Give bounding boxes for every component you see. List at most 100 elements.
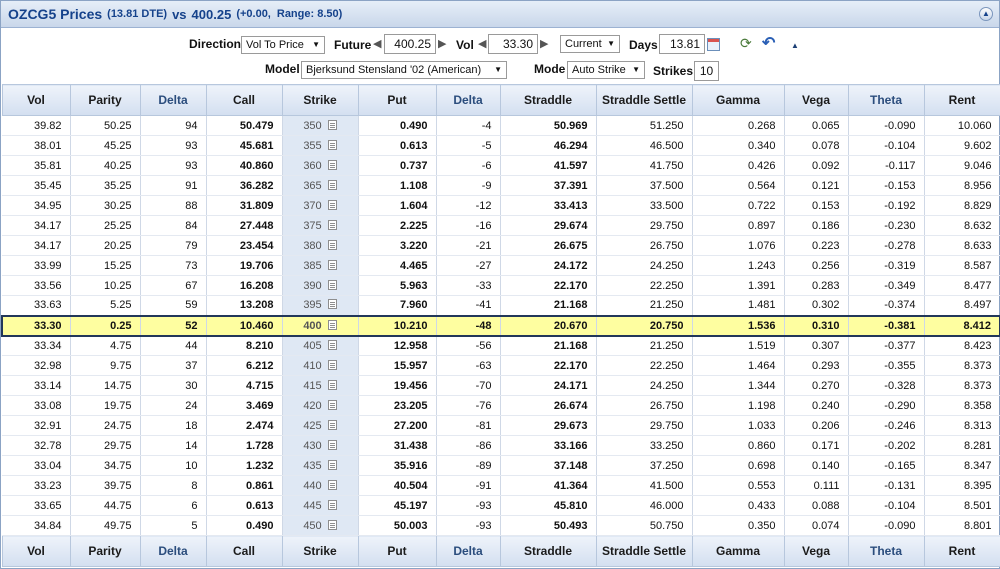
sheet-icon[interactable] — [327, 259, 337, 270]
column-header-put[interactable]: Put — [357, 84, 437, 116]
cell-straddle: 26.674 — [500, 395, 597, 416]
cell-gamma: 1.536 — [692, 314, 785, 337]
column-footer-straddle[interactable]: Straddle — [499, 535, 597, 567]
sheet-icon[interactable] — [327, 179, 337, 190]
future-increment-icon[interactable]: ▶ — [438, 34, 446, 54]
sheet-icon[interactable] — [327, 439, 337, 450]
cell-straddle: 20.670 — [500, 314, 597, 337]
sheet-icon[interactable] — [327, 519, 337, 530]
table-row[interactable]: 33.34 4.75 44 8.210 405 12.958 -56 21.168 21.250… — [2, 335, 1000, 356]
sheet-icon[interactable] — [327, 119, 337, 130]
table-row[interactable]: 38.01 45.25 93 45.681 355 0.613 -5 46.294 46.500… — [2, 135, 1000, 156]
model-select[interactable]: Bjerksund Stensland '02 (American) ▼ — [301, 61, 507, 79]
sheet-icon[interactable] — [327, 399, 337, 410]
sheet-icon[interactable] — [327, 239, 337, 250]
column-header-vol[interactable]: Vol — [1, 84, 71, 116]
column-header-theta[interactable]: Theta — [847, 84, 925, 116]
cell-delta: 14 — [140, 435, 207, 456]
sheet-icon[interactable] — [327, 159, 337, 170]
table-row[interactable]: 33.99 15.25 73 19.706 385 4.465 -27 24.172 24.25… — [2, 255, 1000, 276]
column-footer-straddle-settle[interactable]: Straddle Settle — [595, 535, 693, 567]
column-header-gamma[interactable]: Gamma — [691, 84, 785, 116]
vol-input[interactable]: 33.30 — [488, 34, 538, 54]
column-footer-gamma[interactable]: Gamma — [691, 535, 785, 567]
table-row[interactable]: 33.30 0.25 52 10.460 400 10.210 -48 20.670 20.75… — [1, 314, 1000, 337]
column-footer-strike[interactable]: Strike — [281, 535, 359, 567]
mode-select[interactable]: Auto Strike ▼ — [567, 61, 645, 79]
column-footer-vol[interactable]: Vol — [1, 535, 71, 567]
table-row[interactable]: 33.63 5.25 59 13.208 395 7.960 -41 21.168 21.250… — [2, 295, 1000, 316]
sheet-icon[interactable] — [327, 359, 337, 370]
column-header-delta[interactable]: Delta — [435, 84, 501, 116]
vol-mode-select[interactable]: Current ▼ — [560, 35, 620, 53]
sheet-icon[interactable] — [327, 339, 337, 350]
column-footer-put[interactable]: Put — [357, 535, 437, 567]
table-row[interactable]: 33.23 39.75 8 0.861 440 40.504 -91 41.364 41.500… — [2, 475, 1000, 496]
table-row[interactable]: 33.65 44.75 6 0.613 445 45.197 -93 45.810 46.000… — [2, 495, 1000, 516]
column-header-delta[interactable]: Delta — [139, 84, 207, 116]
sheet-icon[interactable] — [327, 219, 337, 230]
collapse-icon[interactable]: ▲ — [979, 7, 993, 21]
cell-vol: 34.17 — [2, 235, 71, 256]
column-header-vega[interactable]: Vega — [783, 84, 849, 116]
sheet-icon[interactable] — [327, 459, 337, 470]
sheet-icon[interactable] — [327, 319, 337, 330]
table-row[interactable]: 33.04 34.75 10 1.232 435 35.916 -89 37.148 37.25… — [2, 455, 1000, 476]
column-footer-vega[interactable]: Vega — [783, 535, 849, 567]
column-header-straddle-settle[interactable]: Straddle Settle — [595, 84, 693, 116]
cell-theta: -0.131 — [848, 475, 925, 496]
column-footer-call[interactable]: Call — [205, 535, 283, 567]
cell-delta: -76 — [436, 395, 501, 416]
table-row[interactable]: 32.78 29.75 14 1.728 430 31.438 -86 33.166 33.25… — [2, 435, 1000, 456]
calendar-icon[interactable] — [707, 38, 720, 51]
vol-increment-icon[interactable]: ▶ — [540, 34, 548, 54]
column-footer-theta[interactable]: Theta — [847, 535, 925, 567]
cell-rent: 8.956 — [924, 175, 1000, 196]
table-row[interactable]: 35.45 35.25 91 36.282 365 1.108 -9 37.391 37.500… — [2, 175, 1000, 196]
vol-decrement-icon[interactable]: ◀ — [478, 34, 486, 54]
table-row[interactable]: 33.14 14.75 30 4.715 415 19.456 -70 24.171 24.25… — [2, 375, 1000, 396]
cell-vol: 33.08 — [2, 395, 71, 416]
column-footer-delta[interactable]: Delta — [435, 535, 501, 567]
sheet-icon[interactable] — [327, 379, 337, 390]
sheet-icon[interactable] — [327, 419, 337, 430]
sheet-icon[interactable] — [327, 279, 337, 290]
undo-icon[interactable]: ↶ — [762, 33, 775, 53]
cell-rent: 10.060 — [924, 115, 1000, 136]
table-row[interactable]: 32.91 24.75 18 2.474 425 27.200 -81 29.673 29.75… — [2, 415, 1000, 436]
column-header-strike[interactable]: Strike — [281, 84, 359, 116]
strikes-input[interactable]: 10 — [694, 61, 719, 81]
table-row[interactable]: 34.17 20.25 79 23.454 380 3.220 -21 26.675 26.75… — [2, 235, 1000, 256]
column-header-call[interactable]: Call — [205, 84, 283, 116]
direction-select[interactable]: Vol To Price ▼ — [241, 36, 325, 54]
column-header-straddle[interactable]: Straddle — [499, 84, 597, 116]
sheet-icon[interactable] — [327, 139, 337, 150]
table-row[interactable]: 35.81 40.25 93 40.860 360 0.737 -6 41.597 41.750… — [2, 155, 1000, 176]
column-footer-rent[interactable]: Rent — [923, 535, 1000, 567]
table-row[interactable]: 33.56 10.25 67 16.208 390 5.963 -33 22.170 22.25… — [2, 275, 1000, 296]
table-row[interactable]: 39.82 50.25 94 50.479 350 0.490 -4 50.969 51.250… — [2, 115, 1000, 136]
sheet-icon[interactable] — [327, 499, 337, 510]
sheet-icon[interactable] — [327, 199, 337, 210]
days-input[interactable]: 13.81 — [659, 34, 705, 54]
cell-gamma: 0.722 — [692, 195, 785, 216]
cell-vega: 0.206 — [784, 415, 849, 436]
refresh-icon[interactable]: ⟳ — [740, 35, 752, 52]
column-header-rent[interactable]: Rent — [923, 84, 1000, 116]
column-header-parity[interactable]: Parity — [69, 84, 141, 116]
column-footer-delta[interactable]: Delta — [139, 535, 207, 567]
collapse-controls-icon[interactable]: ▲ — [791, 41, 799, 50]
table-row[interactable]: 32.98 9.75 37 6.212 410 15.957 -63 22.170 22.250… — [2, 355, 1000, 376]
strike-cell: 450 — [282, 515, 359, 536]
cell-vol: 33.04 — [2, 455, 71, 476]
future-decrement-icon[interactable]: ◀ — [373, 34, 381, 54]
table-row[interactable]: 34.84 49.75 5 0.490 450 50.003 -93 50.493 50.750… — [2, 515, 1000, 536]
column-footer-parity[interactable]: Parity — [69, 535, 141, 567]
future-input[interactable]: 400.25 — [384, 34, 436, 54]
table-row[interactable]: 34.17 25.25 84 27.448 375 2.225 -16 29.674 29.75… — [2, 215, 1000, 236]
sheet-icon[interactable] — [327, 479, 337, 490]
sheet-icon[interactable] — [327, 299, 337, 310]
table-row[interactable]: 33.08 19.75 24 3.469 420 23.205 -76 26.674 26.75… — [2, 395, 1000, 416]
direction-value: Vol To Price — [246, 39, 304, 51]
table-row[interactable]: 34.95 30.25 88 31.809 370 1.604 -12 33.413 33.50… — [2, 195, 1000, 216]
